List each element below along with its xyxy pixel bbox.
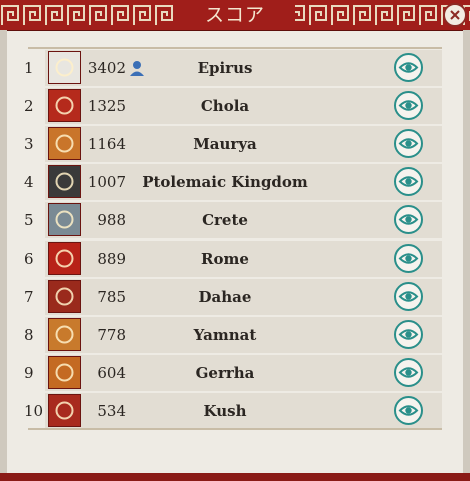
eye-icon [398, 328, 419, 340]
view-faction-button[interactable] [394, 91, 423, 121]
sun-wreath-banner-icon [55, 363, 74, 382]
rank-label: 6 [24, 249, 34, 268]
white-flower-banner-icon [55, 134, 74, 153]
score-row: 6 889 Rome [20, 240, 445, 277]
eye-icon [398, 100, 419, 111]
close-button[interactable] [443, 3, 467, 27]
score-value: 889 [97, 249, 126, 268]
score-row: 4 1007 Ptolemaic Kingdom [20, 164, 445, 201]
score-value: 1325 [87, 97, 126, 116]
eye-icon [398, 214, 419, 226]
wheel-banner-icon [55, 287, 74, 306]
close-x-icon [450, 10, 460, 20]
eye-icon [398, 138, 419, 149]
score-value: 785 [97, 287, 126, 306]
rank-label: 8 [24, 325, 34, 344]
rank-label: 9 [24, 363, 34, 382]
faction-flag-icon [48, 165, 81, 199]
eye-icon [398, 405, 419, 416]
score-row: 3 1164 Maurya [20, 126, 445, 163]
top-divider [28, 47, 442, 49]
eagle-banner-icon [55, 249, 74, 267]
faction-name: Dahae [198, 287, 252, 306]
score-value: 534 [97, 401, 126, 420]
score-value: 3402 [87, 59, 126, 77]
bottom-border [0, 473, 470, 481]
left-border [0, 30, 7, 481]
score-row: 10 534 Kush [20, 392, 445, 429]
faction-flag-icon [48, 127, 81, 161]
faction-flag-icon [48, 393, 81, 427]
eye-icon [398, 62, 419, 73]
faction-name: Yamnat [193, 325, 257, 344]
score-row: 5 988 Crete [20, 202, 445, 239]
bottom-divider [28, 428, 442, 430]
faction-flag-icon [48, 317, 81, 351]
score-row: 9 604 Gerrha [20, 354, 445, 391]
faction-flag-icon [48, 51, 81, 84]
score-value: 1007 [87, 173, 126, 192]
view-faction-button[interactable] [394, 205, 423, 235]
faction-flag-icon [48, 203, 81, 237]
eye-icon [398, 252, 419, 264]
eye-icon [398, 367, 419, 378]
score-panel: スコア 1 3402 Epirus 2 1325 Chola 3 1164 Maurya 4 100… [0, 0, 470, 481]
score-row: 8 778 Yamnat [20, 316, 445, 353]
view-faction-button[interactable] [394, 129, 423, 159]
score-value: 778 [97, 325, 126, 344]
bull-head-banner-icon [55, 210, 74, 229]
score-value: 988 [97, 211, 126, 230]
view-faction-button[interactable] [394, 281, 423, 311]
faction-name: Kush [203, 401, 247, 420]
view-faction-button[interactable] [394, 243, 423, 273]
rank-label: 10 [24, 401, 44, 420]
eye-icon [398, 290, 419, 302]
faction-name: Chola [200, 97, 250, 116]
right-border [463, 30, 470, 481]
view-faction-button[interactable] [394, 167, 423, 197]
window-title: スコア [175, 0, 295, 30]
rank-label: 1 [24, 59, 34, 77]
faction-name: Crete [202, 211, 248, 230]
rank-label: 4 [24, 173, 34, 192]
score-row: 7 785 Dahae [20, 278, 445, 315]
score-value: 604 [97, 363, 126, 382]
view-faction-button[interactable] [394, 53, 423, 82]
faction-name: Gerrha [195, 363, 255, 382]
rank-label: 2 [24, 97, 34, 116]
rank-label: 7 [24, 287, 34, 306]
view-faction-button[interactable] [394, 395, 423, 425]
faction-name: Rome [201, 249, 249, 268]
faction-name: Epirus [197, 59, 253, 77]
sunburst-banner-icon [55, 172, 74, 191]
score-value: 1164 [87, 135, 126, 154]
faction-name: Maurya [193, 135, 257, 154]
winged-emblem-banner-icon [55, 401, 74, 420]
view-faction-button[interactable] [394, 357, 423, 387]
crossed-swords-banner-icon [55, 58, 74, 77]
rank-label: 3 [24, 135, 34, 154]
score-row: 1 3402 Epirus [20, 50, 445, 86]
faction-flag-icon [48, 279, 81, 313]
eye-icon [398, 176, 419, 188]
faction-name: Ptolemaic Kingdom [142, 173, 308, 192]
tiger-banner-icon [55, 96, 74, 115]
view-faction-button[interactable] [394, 319, 423, 349]
faction-flag-icon [48, 355, 81, 389]
score-row: 2 1325 Chola [20, 88, 445, 125]
faction-flag-icon [48, 241, 81, 275]
green-emblem-banner-icon [55, 325, 74, 344]
faction-flag-icon [48, 89, 81, 123]
rank-label: 5 [24, 211, 34, 230]
title-bar: スコア [0, 0, 470, 31]
